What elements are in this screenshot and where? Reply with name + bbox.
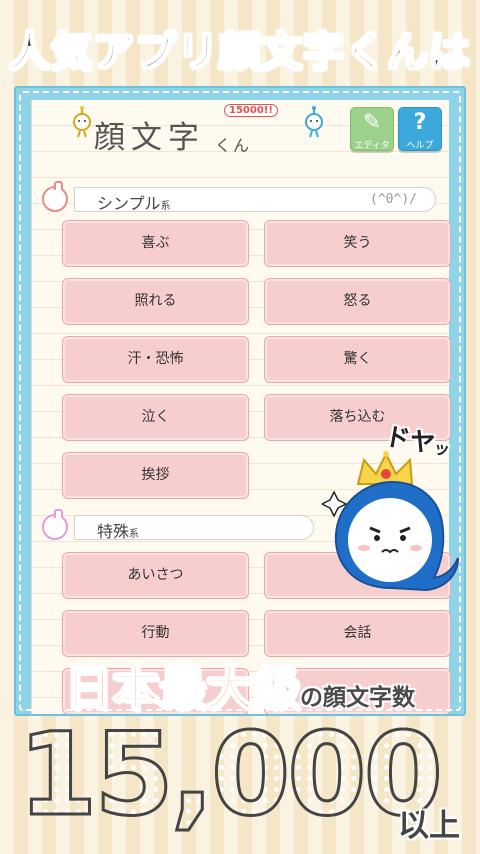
section-special-icon	[42, 509, 68, 540]
promo-number: 15,000	[17, 708, 445, 841]
section-title-suffix: 系	[160, 201, 171, 212]
category-button-ase-kyoufu[interactable]: 汗・恐怖	[62, 336, 249, 383]
category-button-okoru[interactable]: 怒る	[264, 278, 451, 325]
mascot-left-icon	[73, 106, 91, 138]
category-button-tereru[interactable]: 照れる	[62, 278, 249, 325]
app-logo-suffix: くん	[215, 136, 252, 155]
section-simple-icon	[42, 181, 68, 212]
promo-or-more: 以上	[398, 808, 460, 844]
category-button-warau[interactable]: 笑う	[264, 220, 451, 267]
pencil-icon: ✎	[362, 110, 382, 135]
category-button-odoroku[interactable]: 驚く	[264, 336, 451, 383]
mascot-crown-character	[322, 451, 459, 592]
app-screenshot: 顔文字 くん 15000!! ✎ エディタ ? ヘルプ シンプル系 (^0^)/…	[14, 86, 466, 716]
app-header: 顔文字 くん 15000!! ✎ エディタ ? ヘルプ	[32, 100, 450, 158]
app-logo: 顔文字	[94, 120, 205, 156]
question-mark-icon: ?	[413, 110, 427, 135]
section-header-simple: シンプル系 (^0^)/	[42, 181, 442, 216]
headline-particle: は	[428, 27, 471, 77]
section-title-text: シンプル	[97, 194, 161, 213]
section-title-suffix: 系	[129, 529, 140, 540]
headline-app-name: 顔文字くん	[218, 27, 429, 77]
app-background: 顔文字 くん 15000!! ✎ エディタ ? ヘルプ シンプル系 (^0^)/…	[31, 100, 451, 714]
section-title: 特殊系	[97, 518, 139, 542]
section-banner: シンプル系 (^0^)/	[74, 187, 436, 214]
mascot-speech-small: ッ	[432, 438, 452, 460]
section-banner: 特殊系	[74, 515, 314, 542]
headline-popular-app: 人気アプリ	[8, 27, 219, 77]
section-title-text: 特殊	[97, 522, 130, 541]
mascot-right-icon	[305, 106, 323, 138]
editor-button[interactable]: ✎ エディタ	[350, 107, 394, 151]
category-button-naku[interactable]: 泣く	[62, 394, 249, 441]
help-button[interactable]: ? ヘルプ	[398, 107, 442, 151]
mascot-speech-text: ドヤ	[382, 421, 438, 459]
section-title: シンプル系	[97, 190, 171, 214]
category-button-yorokobu[interactable]: 喜ぶ	[62, 220, 249, 267]
promo-headline: 人気アプリ顔文字くんは	[0, 18, 480, 78]
section-sample-face: (^0^)/	[370, 192, 417, 207]
category-button-aisatsu-hiragana[interactable]: あいさつ	[62, 552, 249, 599]
app-logo-badge: 15000!!	[224, 104, 278, 117]
editor-button-label: エディタ	[354, 141, 390, 151]
help-button-label: ヘルプ	[406, 141, 434, 151]
category-button-aisatsu[interactable]: 挨拶	[62, 452, 249, 499]
